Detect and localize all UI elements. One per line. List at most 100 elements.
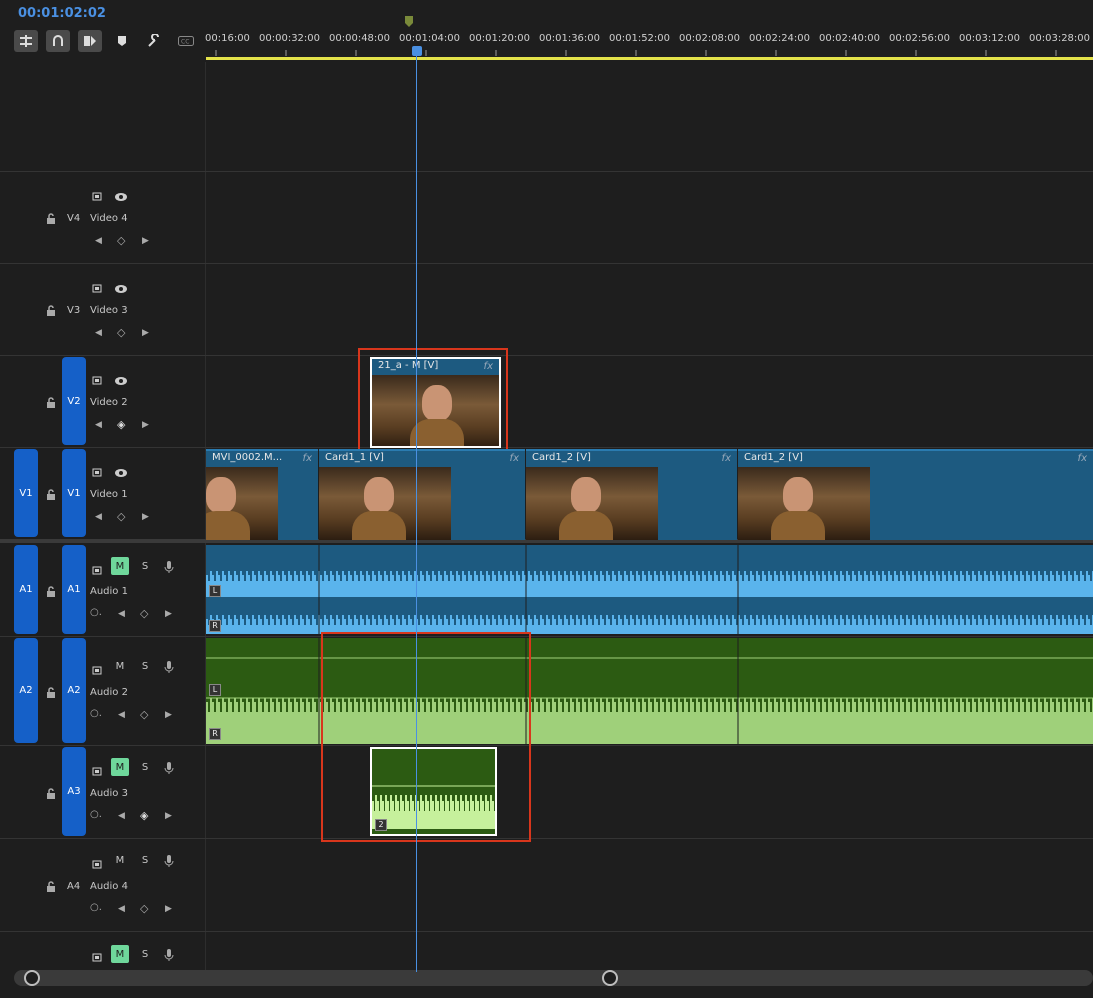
microphone-icon[interactable]	[164, 659, 174, 678]
track-target-a1[interactable]: A1	[62, 545, 86, 634]
eye-icon[interactable]	[114, 371, 128, 390]
microphone-icon[interactable]	[164, 760, 174, 779]
mute-button-a3[interactable]: M	[111, 758, 129, 776]
microphone-icon[interactable]	[164, 853, 174, 872]
clip-v1-card1-1[interactable]: Card1_1 [V] fx	[319, 449, 525, 540]
add-keyframe-icon[interactable]: ◇	[117, 326, 125, 339]
in-point-marker-icon[interactable]	[404, 16, 414, 28]
clip-v1-card1-2b[interactable]: Card1_2 [V] fx	[738, 449, 1093, 540]
next-keyframe-icon[interactable]: ▶	[165, 904, 172, 914]
mute-button-a4[interactable]: M	[111, 851, 129, 869]
channel-right: R	[209, 620, 221, 632]
mute-button-a5[interactable]: M	[111, 945, 129, 963]
track-name-video2[interactable]: Video 2	[90, 397, 128, 408]
microphone-icon[interactable]	[164, 559, 174, 578]
prev-keyframe-icon[interactable]: ◀	[95, 236, 102, 246]
prev-keyframe-icon[interactable]: ◀	[118, 811, 125, 821]
prev-keyframe-icon[interactable]: ◀	[118, 609, 125, 619]
lock-icon[interactable]	[46, 210, 56, 229]
sync-lock-icon[interactable]	[92, 661, 104, 680]
solo-button-a2[interactable]: S	[136, 657, 154, 675]
scroll-handle-left[interactable]	[24, 970, 40, 986]
lock-icon[interactable]	[46, 394, 56, 413]
sync-lock-icon[interactable]	[92, 855, 104, 874]
playhead-timecode[interactable]: 00:01:02:02	[18, 6, 106, 21]
lock-icon[interactable]	[46, 684, 56, 703]
insert-sequence-icon[interactable]	[14, 30, 38, 52]
scroll-handle-right[interactable]	[602, 970, 618, 986]
sync-lock-icon[interactable]	[92, 371, 104, 390]
next-keyframe-icon[interactable]: ▶	[142, 328, 149, 338]
lock-icon[interactable]	[46, 486, 56, 505]
add-keyframe-icon[interactable]: ◇	[117, 510, 125, 523]
track-name-audio2[interactable]: Audio 2	[90, 687, 128, 698]
add-keyframe-icon[interactable]: ◈	[117, 418, 125, 431]
lock-icon[interactable]	[46, 302, 56, 321]
add-marker-icon[interactable]	[110, 30, 134, 52]
sync-lock-icon[interactable]	[92, 187, 104, 206]
next-keyframe-icon[interactable]: ▶	[142, 236, 149, 246]
next-keyframe-icon[interactable]: ▶	[165, 609, 172, 619]
source-patch-a1[interactable]: A1	[14, 545, 38, 634]
solo-button-a1[interactable]: S	[136, 557, 154, 575]
captions-icon[interactable]: CC	[174, 30, 198, 52]
add-keyframe-icon[interactable]: ◇	[140, 708, 148, 721]
mute-button-a1[interactable]: M	[111, 557, 129, 575]
eye-icon[interactable]	[114, 279, 128, 298]
linked-selection-icon[interactable]	[78, 30, 102, 52]
lock-icon[interactable]	[46, 878, 56, 897]
prev-keyframe-icon[interactable]: ◀	[95, 328, 102, 338]
next-keyframe-icon[interactable]: ▶	[142, 512, 149, 522]
track-name-audio3[interactable]: Audio 3	[90, 788, 128, 799]
clip-v1-card1-2[interactable]: Card1_2 [V] fx	[526, 449, 737, 540]
track-target-v2[interactable]: V2	[62, 357, 86, 445]
mute-button-a2[interactable]: M	[111, 657, 129, 675]
source-patch-v1[interactable]: V1	[14, 449, 38, 537]
prev-keyframe-icon[interactable]: ◀	[95, 420, 102, 430]
track-name-video4[interactable]: Video 4	[90, 213, 128, 224]
prev-keyframe-icon[interactable]: ◀	[118, 710, 125, 720]
sync-lock-icon[interactable]	[92, 463, 104, 482]
eye-icon[interactable]	[114, 463, 128, 482]
add-keyframe-icon[interactable]: ◇	[140, 607, 148, 620]
solo-button-a4[interactable]: S	[136, 851, 154, 869]
track-name-video3[interactable]: Video 3	[90, 305, 128, 316]
wrench-icon[interactable]	[142, 30, 166, 52]
playhead-line[interactable]	[416, 56, 417, 972]
source-patch-a2[interactable]: A2	[14, 638, 38, 743]
channel-left: L	[209, 684, 221, 696]
volume-knob-icon[interactable]: ○.	[90, 809, 102, 820]
prev-keyframe-icon[interactable]: ◀	[118, 904, 125, 914]
volume-knob-icon[interactable]: ○.	[90, 607, 102, 618]
clip-v1-mvi0002[interactable]: MVI_0002.M... fx	[206, 449, 318, 540]
track-target-a3[interactable]: A3	[62, 747, 86, 836]
track-target-v1[interactable]: V1	[62, 449, 86, 537]
volume-knob-icon[interactable]: ○.	[90, 708, 102, 719]
eye-icon[interactable]	[114, 187, 128, 206]
sync-lock-icon[interactable]	[92, 561, 104, 580]
horizontal-scrollbar[interactable]	[14, 970, 1093, 986]
track-name-audio4[interactable]: Audio 4	[90, 881, 128, 892]
playhead-handle[interactable]	[412, 46, 422, 56]
solo-button-a5[interactable]: S	[136, 945, 154, 963]
track-name-audio1[interactable]: Audio 1	[90, 586, 128, 597]
next-keyframe-icon[interactable]: ▶	[165, 811, 172, 821]
sync-lock-icon[interactable]	[92, 948, 104, 967]
next-keyframe-icon[interactable]: ▶	[165, 710, 172, 720]
audio-clips-a1[interactable]: L R	[206, 545, 1093, 634]
lock-icon[interactable]	[46, 583, 56, 602]
sync-lock-icon[interactable]	[92, 279, 104, 298]
track-target-a2[interactable]: A2	[62, 638, 86, 743]
add-keyframe-icon[interactable]: ◈	[140, 809, 148, 822]
lock-icon[interactable]	[46, 785, 56, 804]
volume-knob-icon[interactable]: ○.	[90, 902, 102, 913]
microphone-icon[interactable]	[164, 947, 174, 966]
next-keyframe-icon[interactable]: ▶	[142, 420, 149, 430]
add-keyframe-icon[interactable]: ◇	[140, 902, 148, 915]
add-keyframe-icon[interactable]: ◇	[117, 234, 125, 247]
solo-button-a3[interactable]: S	[136, 758, 154, 776]
track-name-video1[interactable]: Video 1	[90, 489, 128, 500]
snap-icon[interactable]	[46, 30, 70, 52]
sync-lock-icon[interactable]	[92, 762, 104, 781]
prev-keyframe-icon[interactable]: ◀	[95, 512, 102, 522]
